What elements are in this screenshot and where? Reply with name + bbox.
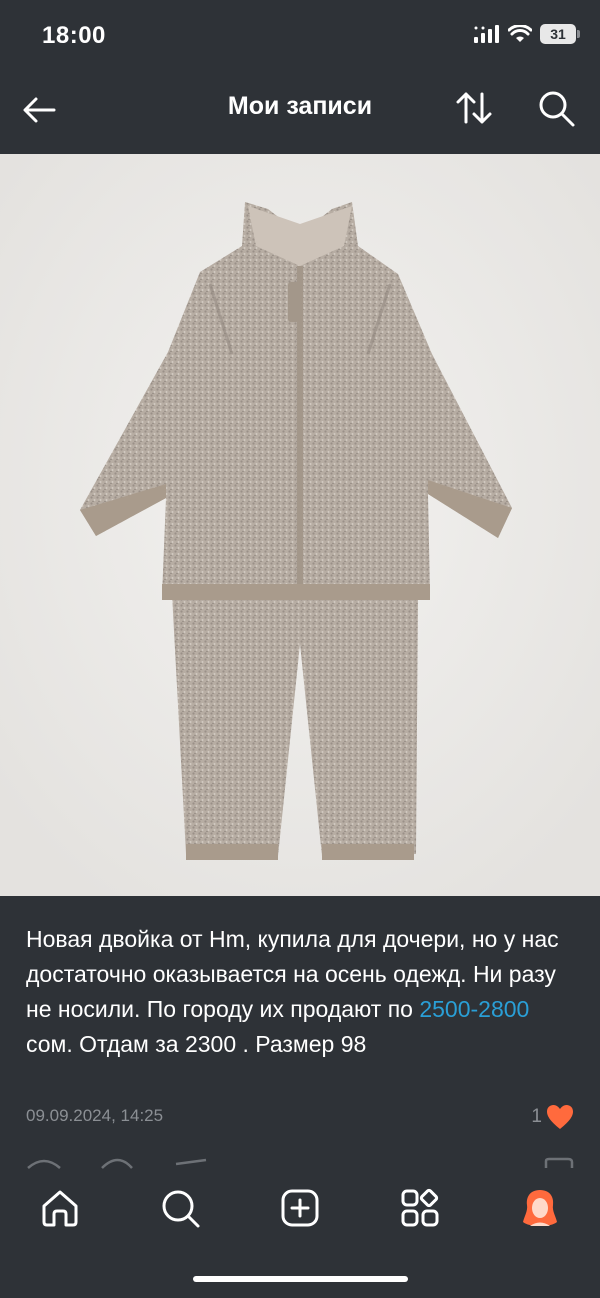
heart-icon (547, 1105, 573, 1129)
sort-arrows-icon (456, 92, 492, 124)
profile-avatar-icon (523, 1190, 557, 1226)
home-icon (42, 1190, 78, 1227)
page-title: Мои записи (227, 92, 373, 120)
search-button[interactable] (534, 86, 578, 130)
next-post-preview (0, 1156, 600, 1170)
post-meta: 09.09.2024, 14:25 1 (26, 1104, 574, 1130)
next-post-icons-partial (27, 1157, 574, 1169)
tab-services[interactable] (396, 1184, 444, 1232)
bottom-tab-bar (0, 1170, 600, 1298)
post-text: Новая двойка от Hm, купила для дочери, н… (26, 922, 578, 1062)
tab-search[interactable] (156, 1184, 204, 1232)
status-time: 18:00 (42, 22, 106, 49)
header: Мои записи (0, 70, 600, 154)
tab-home[interactable] (36, 1184, 84, 1232)
like-count: 1 (531, 1106, 542, 1127)
battery-indicator: 31 (540, 24, 580, 44)
post-image[interactable] (0, 154, 600, 896)
add-post-icon (281, 1189, 319, 1227)
search-icon (162, 1190, 200, 1228)
status-bar: 18:00 31 (0, 0, 600, 70)
like-button[interactable]: 1 (531, 1104, 574, 1130)
status-indicators: 31 (474, 24, 580, 44)
wifi-icon (508, 25, 532, 42)
post-text-end: сом. Отдам за 2300 . Размер 98 (26, 1031, 367, 1057)
clothing-set-illustration (0, 154, 600, 896)
sort-button[interactable] (452, 86, 496, 130)
price-range-link[interactable]: 2500-2800 (419, 996, 529, 1022)
home-indicator (193, 1276, 408, 1282)
services-icon (401, 1188, 439, 1227)
cellular-signal-icon (474, 25, 499, 43)
tab-profile[interactable] (516, 1184, 564, 1232)
post-date: 09.09.2024, 14:25 (26, 1106, 164, 1125)
tab-add-post[interactable] (276, 1184, 324, 1232)
search-icon (539, 91, 575, 127)
